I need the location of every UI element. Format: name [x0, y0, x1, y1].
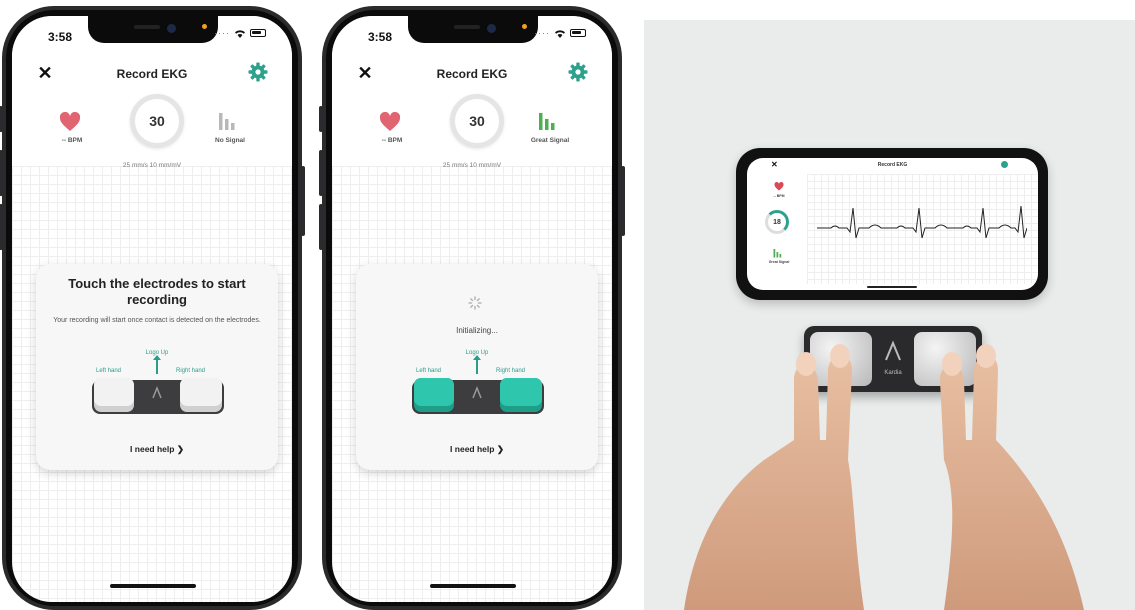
status-time: 3:58	[368, 30, 393, 44]
initializing-status: Initializing...	[456, 326, 498, 335]
right-hand-label: Right hand	[496, 368, 526, 374]
help-label: I need help	[450, 444, 495, 454]
card-heading: Touch the electrodes to start recording	[68, 276, 246, 307]
status-icons: ····	[202, 24, 266, 38]
signal-dots-icon: ····	[214, 28, 230, 38]
location-dot-icon	[522, 24, 527, 29]
heart-icon	[379, 112, 401, 131]
battery-icon	[570, 29, 586, 37]
volume-up-button	[0, 150, 3, 196]
gear-icon[interactable]	[568, 62, 588, 82]
right-hand-label: Right hand	[176, 368, 206, 374]
left-hand-label: Left hand	[416, 368, 442, 374]
hands-illustration	[684, 344, 1084, 610]
notch	[408, 16, 538, 43]
electrode-device-illustration	[412, 378, 544, 414]
power-button	[621, 166, 625, 236]
chevron-right-icon: ❯	[176, 444, 184, 454]
mute-switch	[0, 106, 3, 132]
signal-status: No Signal	[215, 137, 245, 144]
recording-scale: 25 mm/s 10 mm/mV	[442, 162, 502, 169]
signal-bars-icon	[219, 113, 235, 130]
help-link[interactable]: I need help ❯	[36, 444, 278, 455]
left-hand-label: Left hand	[96, 368, 122, 374]
recording-scale: 25 mm/s 10 mm/mV	[122, 162, 182, 169]
help-link[interactable]: I need help ❯	[356, 444, 598, 455]
home-indicator[interactable]	[430, 584, 516, 588]
wifi-icon	[235, 29, 245, 38]
up-arrow-icon	[153, 355, 161, 374]
electrode-device-illustration	[92, 378, 224, 414]
location-dot-icon	[202, 24, 207, 29]
help-label: I need help	[130, 444, 175, 454]
bpm-readout: -- BPM	[61, 137, 83, 144]
status-icons: ····	[522, 24, 586, 38]
countdown-timer: 30	[130, 94, 184, 148]
instruction-card: Initializing... Logo Up Left hand Right …	[356, 264, 598, 470]
app-screen: 3:58 ···· ✕ Record EKG -- BPM 30	[332, 16, 612, 602]
signal-dots-icon: ····	[534, 28, 550, 38]
product-photo: ✕ Record EKG -- BPM 18 Great Signal Kard…	[644, 20, 1135, 610]
power-button	[301, 166, 305, 236]
volume-down-button	[319, 204, 323, 250]
phone-great-signal: 3:58 ···· ✕ Record EKG -- BPM 30 Great S…	[319, 6, 625, 610]
volume-up-button	[319, 150, 323, 196]
mute-switch	[319, 106, 323, 132]
gear-icon[interactable]	[248, 62, 268, 82]
card-description: Your recording will start once contact i…	[53, 317, 261, 324]
wifi-icon	[555, 29, 565, 38]
notch	[88, 16, 218, 43]
phone-no-signal: 3:58 ···· ✕ Record EKG -- BPM 30 No Sign…	[0, 6, 305, 610]
battery-icon	[250, 29, 266, 37]
signal-status: Great Signal	[530, 137, 570, 144]
app-screen: 3:58 ···· ✕ Record EKG -- BPM 30	[12, 16, 292, 602]
stage: 3:58 ···· ✕ Record EKG -- BPM 30 No Sign…	[0, 0, 1135, 610]
status-time: 3:58	[48, 30, 73, 44]
signal-bars-icon	[539, 113, 555, 130]
countdown-value: 30	[149, 113, 165, 129]
home-indicator[interactable]	[110, 584, 196, 588]
heart-icon	[59, 112, 81, 131]
instruction-card: Touch the electrodes to start recording …	[36, 264, 278, 470]
countdown-value: 30	[469, 113, 485, 129]
countdown-timer: 30	[450, 94, 504, 148]
up-arrow-icon	[473, 355, 481, 374]
chevron-right-icon: ❯	[496, 444, 504, 454]
spinner-icon	[468, 296, 482, 310]
bpm-readout: -- BPM	[381, 137, 403, 144]
volume-down-button	[0, 204, 3, 250]
